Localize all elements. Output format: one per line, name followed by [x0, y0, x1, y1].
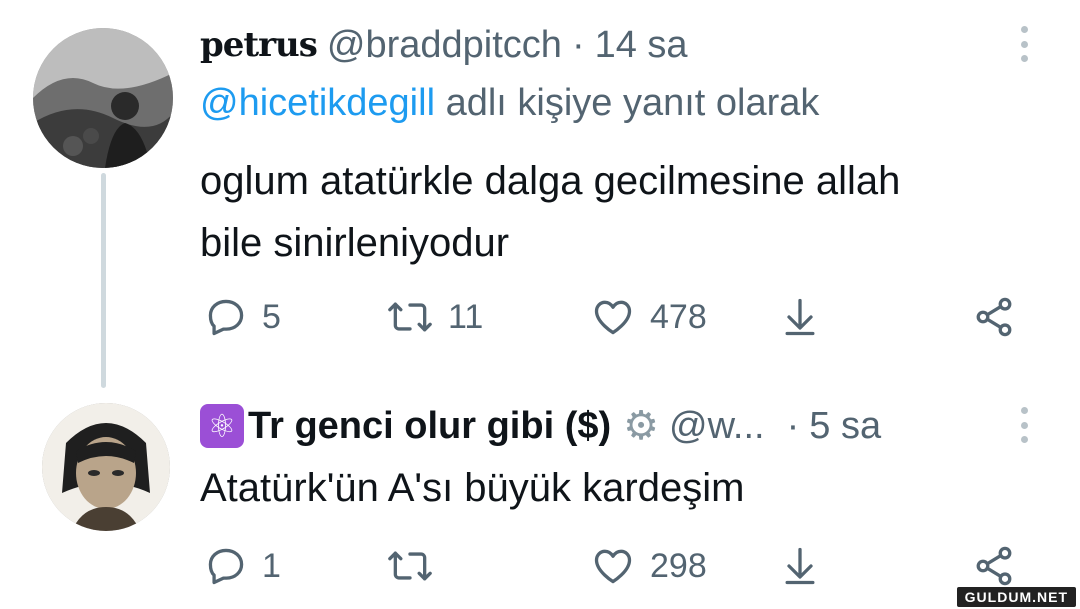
- reply-count: 1: [262, 546, 281, 585]
- more-icon[interactable]: [1020, 407, 1028, 443]
- gear-emoji: ⚙: [623, 404, 659, 448]
- display-name[interactable]: petrus: [200, 25, 318, 65]
- retweet-count: 11: [448, 297, 484, 336]
- download-button[interactable]: [778, 541, 822, 591]
- tweet-text-line: bile sinirleniyodur: [200, 221, 510, 265]
- handle[interactable]: @braddpitcch: [327, 24, 562, 67]
- like-count: 298: [650, 546, 707, 585]
- retweet-icon: [388, 302, 432, 332]
- reply-mention-link[interactable]: @hicetikdegill: [200, 82, 435, 124]
- action-bar: 1 298: [200, 541, 1030, 591]
- tweet-text: oglum atatürkle dalga gecilmesine allah …: [200, 150, 900, 274]
- retweet-icon: [388, 551, 432, 581]
- retweet-button[interactable]: [386, 541, 448, 591]
- download-button[interactable]: [778, 292, 822, 342]
- timestamp[interactable]: 5 sa: [809, 405, 881, 448]
- watermark: GULDUM.NET: [956, 587, 1076, 607]
- action-bar: 5 11 478: [200, 292, 1030, 342]
- reply-button[interactable]: 5: [204, 292, 281, 342]
- more-icon[interactable]: [1020, 26, 1028, 62]
- anime-profile-photo-icon: [42, 403, 170, 531]
- reply-icon: [208, 548, 244, 585]
- display-name[interactable]: Tr genci olur gibi ($): [248, 405, 611, 448]
- profile-photo-icon: [33, 28, 173, 168]
- reply-button[interactable]: 1: [204, 541, 281, 591]
- atom-emoji: ⚛: [200, 404, 244, 448]
- separator: ·: [571, 23, 585, 66]
- retweet-button[interactable]: 11: [386, 292, 483, 342]
- tweet-1[interactable]: petrus @braddpitcch · 14 sa @hicetikdegi…: [0, 0, 1080, 395]
- like-icon: [594, 549, 632, 584]
- tweet-text: Atatürk'ün A'sı büyük kardeşim: [200, 457, 744, 519]
- like-button[interactable]: 298: [590, 541, 707, 591]
- share-icon: [976, 297, 1012, 337]
- tweet-text-line: Atatürk'ün A'sı büyük kardeşim: [200, 466, 745, 510]
- reply-context-text: adlı kişiye yanıt olarak: [445, 82, 820, 124]
- download-icon: [785, 547, 815, 585]
- share-button[interactable]: [972, 541, 1016, 591]
- like-icon: [594, 300, 632, 335]
- reply-icon: [208, 299, 244, 336]
- timestamp[interactable]: 14 sa: [595, 24, 688, 67]
- share-icon: [976, 546, 1012, 586]
- avatar[interactable]: [42, 403, 170, 531]
- like-count: 478: [650, 297, 707, 336]
- thread-line: [101, 173, 106, 388]
- share-button[interactable]: [972, 292, 1016, 342]
- download-icon: [785, 298, 815, 336]
- reply-count: 5: [262, 297, 281, 336]
- separator: ·: [786, 404, 800, 447]
- tweet-text-line: oglum atatürkle dalga gecilmesine allah: [200, 159, 901, 203]
- like-button[interactable]: 478: [590, 292, 707, 342]
- tweet-2[interactable]: ⚛ Tr genci olur gibi ($) ⚙ @w... · 5 sa …: [0, 395, 1080, 609]
- tweet-header: petrus @braddpitcch · 14 sa: [200, 18, 1000, 72]
- avatar[interactable]: [33, 28, 173, 168]
- tweet-header: ⚛ Tr genci olur gibi ($) ⚙ @w... · 5 sa: [200, 399, 1000, 453]
- handle[interactable]: @w...: [669, 405, 765, 448]
- reply-context: @hicetikdegill adlı kişiye yanıt olarak: [200, 82, 819, 125]
